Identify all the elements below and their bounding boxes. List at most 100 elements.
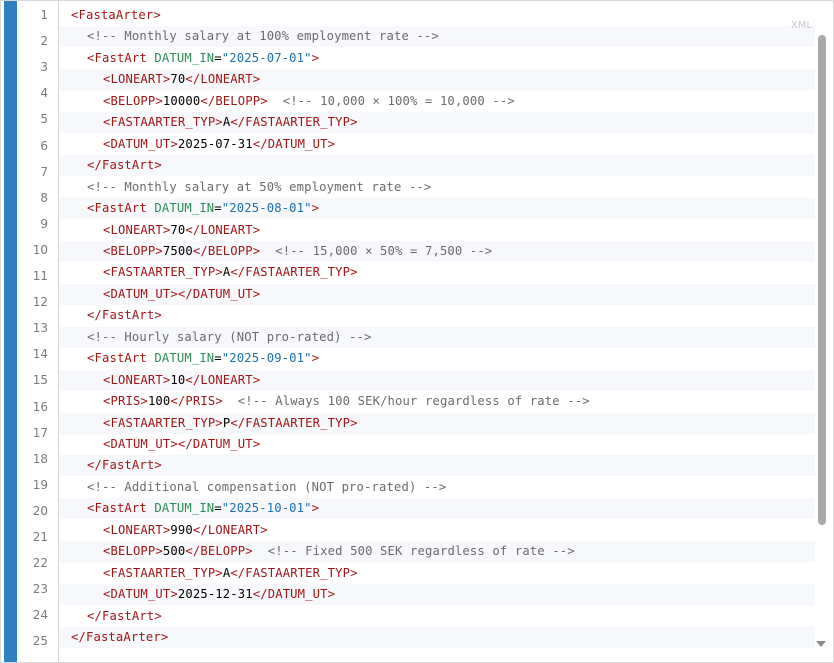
code-line-close: </FastArt> bbox=[87, 157, 162, 173]
xml-attribute-value: "2025-09-01" bbox=[221, 351, 312, 366]
xml-tag: <LONEART> bbox=[103, 522, 171, 537]
xml-attribute-value: "2025-08-01" bbox=[221, 201, 312, 216]
code-line-field: <DATUM_UT>2025-12-31</DATUM_UT> bbox=[103, 586, 335, 602]
line-number: 7 bbox=[40, 164, 48, 179]
code-line-comment: <!-- Monthly salary at 100% employment r… bbox=[87, 28, 439, 44]
code-line-open: <FastArt DATUM_IN="2025-10-01"> bbox=[87, 500, 319, 516]
xml-tag: <FastaArter> bbox=[71, 8, 161, 22]
xml-tag: <FASTAARTER_TYP> bbox=[103, 115, 223, 130]
xml-comment: <!-- Fixed 500 SEK regardless of rate --… bbox=[252, 544, 575, 559]
line-number: 11 bbox=[32, 269, 48, 283]
xml-tag: </LONEART> bbox=[192, 522, 268, 537]
xml-tag: <DATUM_UT></DATUM_UT> bbox=[103, 437, 261, 451]
xml-text: 500 bbox=[162, 544, 186, 559]
xml-attribute: DATUM_IN bbox=[154, 50, 215, 65]
xml-equals: = bbox=[214, 50, 222, 65]
row-stripe bbox=[59, 455, 815, 477]
xml-tag: <FASTAARTER_TYP> bbox=[103, 565, 223, 580]
xml-tag: <DATUM_UT></DATUM_UT> bbox=[103, 286, 261, 301]
xml-comment: <!-- Monthly salary at 100% employment r… bbox=[87, 29, 439, 44]
xml-tag: </BELOPP> bbox=[200, 93, 268, 108]
line-number: 23 bbox=[32, 582, 48, 597]
xml-tag: <BELOPP> bbox=[103, 544, 163, 559]
xml-comment: <!-- Always 100 SEK/hour regardless of r… bbox=[222, 394, 590, 409]
row-stripe bbox=[59, 155, 815, 177]
scroll-down-arrow-icon[interactable] bbox=[816, 641, 826, 647]
xml-tag: </DATUM_UT> bbox=[252, 587, 336, 602]
xml-tag: <BELOPP> bbox=[103, 243, 163, 258]
line-number: 14 bbox=[32, 347, 48, 362]
xml-tag: <FASTAARTER_TYP> bbox=[103, 415, 223, 430]
xml-tag: > bbox=[311, 351, 320, 366]
xml-comment: <!-- 10,000 × 100% = 10,000 --> bbox=[267, 93, 515, 108]
code-line-open: <FastArt DATUM_IN="2025-08-01"> bbox=[87, 200, 319, 216]
xml-tag: </BELOPP> bbox=[185, 544, 253, 559]
xml-attribute: DATUM_IN bbox=[154, 201, 215, 216]
code-line-comment: <!-- Additional compensation (NOT pro-ra… bbox=[87, 479, 446, 495]
code-line-field: <DATUM_UT></DATUM_UT> bbox=[103, 436, 260, 452]
code-line-field: <BELOPP>500</BELOPP> <!-- Fixed 500 SEK … bbox=[103, 543, 575, 559]
xml-tag: </FastArt> bbox=[87, 608, 162, 623]
xml-text: 70 bbox=[170, 222, 186, 237]
line-number: 16 bbox=[32, 399, 48, 414]
code-line-open: <FastArt DATUM_IN="2025-07-01"> bbox=[87, 50, 319, 66]
code-line-comment: <!-- Hourly salary (NOT pro-rated) --> bbox=[87, 329, 372, 345]
xml-tag: </PRIS> bbox=[170, 394, 223, 409]
line-number: 9 bbox=[40, 216, 48, 231]
line-number: 20 bbox=[32, 503, 48, 518]
xml-tag: <DATUM_UT> bbox=[103, 587, 178, 602]
code-line-field: <FASTAARTER_TYP>A</FASTAARTER_TYP> bbox=[103, 264, 358, 280]
xml-text: 990 bbox=[170, 522, 193, 537]
line-number: 4 bbox=[40, 86, 48, 101]
code-line-close: </FastArt> bbox=[87, 307, 162, 323]
line-number: 8 bbox=[40, 190, 48, 205]
xml-tag: <DATUM_UT> bbox=[103, 136, 178, 151]
xml-comment: <!-- Hourly salary (NOT pro-rated) --> bbox=[87, 329, 372, 344]
code-line-tag: <FastaArter> bbox=[71, 7, 161, 23]
xml-tag: </DATUM_UT> bbox=[252, 136, 336, 151]
accent-bar bbox=[4, 1, 17, 662]
scrollbar-thumb[interactable] bbox=[818, 35, 826, 525]
line-number: 15 bbox=[32, 373, 48, 388]
line-number: 22 bbox=[32, 556, 48, 571]
code-line-field: <FASTAARTER_TYP>A</FASTAARTER_TYP> bbox=[103, 114, 358, 130]
xml-attribute: DATUM_IN bbox=[154, 351, 215, 366]
xml-tag: </FastArt> bbox=[87, 458, 162, 473]
xml-tag: > bbox=[311, 50, 320, 65]
line-number: 21 bbox=[32, 530, 48, 544]
xml-text: 2025-07-31 bbox=[177, 136, 253, 151]
xml-tag: </FASTAARTER_TYP> bbox=[230, 115, 358, 130]
line-number: 25 bbox=[32, 634, 48, 649]
xml-text: 10 bbox=[170, 372, 186, 387]
code-line-field: <LONEART>10</LONEART> bbox=[103, 372, 260, 388]
xml-tag: <PRIS> bbox=[103, 394, 148, 409]
xml-tag: <FASTAARTER_TYP> bbox=[103, 265, 223, 280]
code-line-field: <FASTAARTER_TYP>P</FASTAARTER_TYP> bbox=[103, 415, 358, 431]
xml-tag: <FastArt bbox=[87, 50, 155, 65]
line-number: 10 bbox=[32, 242, 48, 257]
code-line-open: <FastArt DATUM_IN="2025-09-01"> bbox=[87, 350, 319, 366]
code-line-close: </FastaArter> bbox=[71, 629, 168, 645]
xml-tag: </FASTAARTER_TYP> bbox=[230, 565, 358, 580]
xml-tag: <LONEART> bbox=[103, 222, 171, 237]
xml-tag: <FastArt bbox=[87, 501, 155, 516]
xml-tag: > bbox=[311, 201, 320, 216]
xml-tag: </LONEART> bbox=[185, 372, 261, 387]
xml-tag: </FASTAARTER_TYP> bbox=[230, 265, 358, 280]
code-line-field: <LONEART>990</LONEART> bbox=[103, 522, 268, 538]
row-stripe bbox=[59, 627, 815, 649]
line-number: 24 bbox=[32, 608, 48, 623]
code-area[interactable]: <FastaArter> <!-- Monthly salary at 100% … bbox=[59, 1, 815, 662]
xml-code-viewer[interactable]: 1 2 3 4 5 6 7 8 9 10 11 12 13 14 15 16 17 18 19 20 21 22 23 24 2… bbox=[0, 0, 834, 663]
xml-comment: <!-- Monthly salary at 50% employment ra… bbox=[87, 179, 432, 194]
line-number: 13 bbox=[32, 321, 48, 336]
xml-tag: <BELOPP> bbox=[103, 93, 163, 108]
line-number: 19 bbox=[32, 477, 48, 492]
xml-tag: </FastaArter> bbox=[71, 630, 169, 645]
xml-tag: </FastArt> bbox=[87, 308, 162, 323]
xml-attribute-value: "2025-10-01" bbox=[221, 501, 312, 516]
code-line-field: <BELOPP>10000</BELOPP> <!-- 10,000 × 100… bbox=[103, 93, 515, 109]
xml-equals: = bbox=[214, 501, 222, 516]
xml-text: 2025-12-31 bbox=[177, 587, 253, 602]
line-number: 18 bbox=[32, 451, 48, 466]
